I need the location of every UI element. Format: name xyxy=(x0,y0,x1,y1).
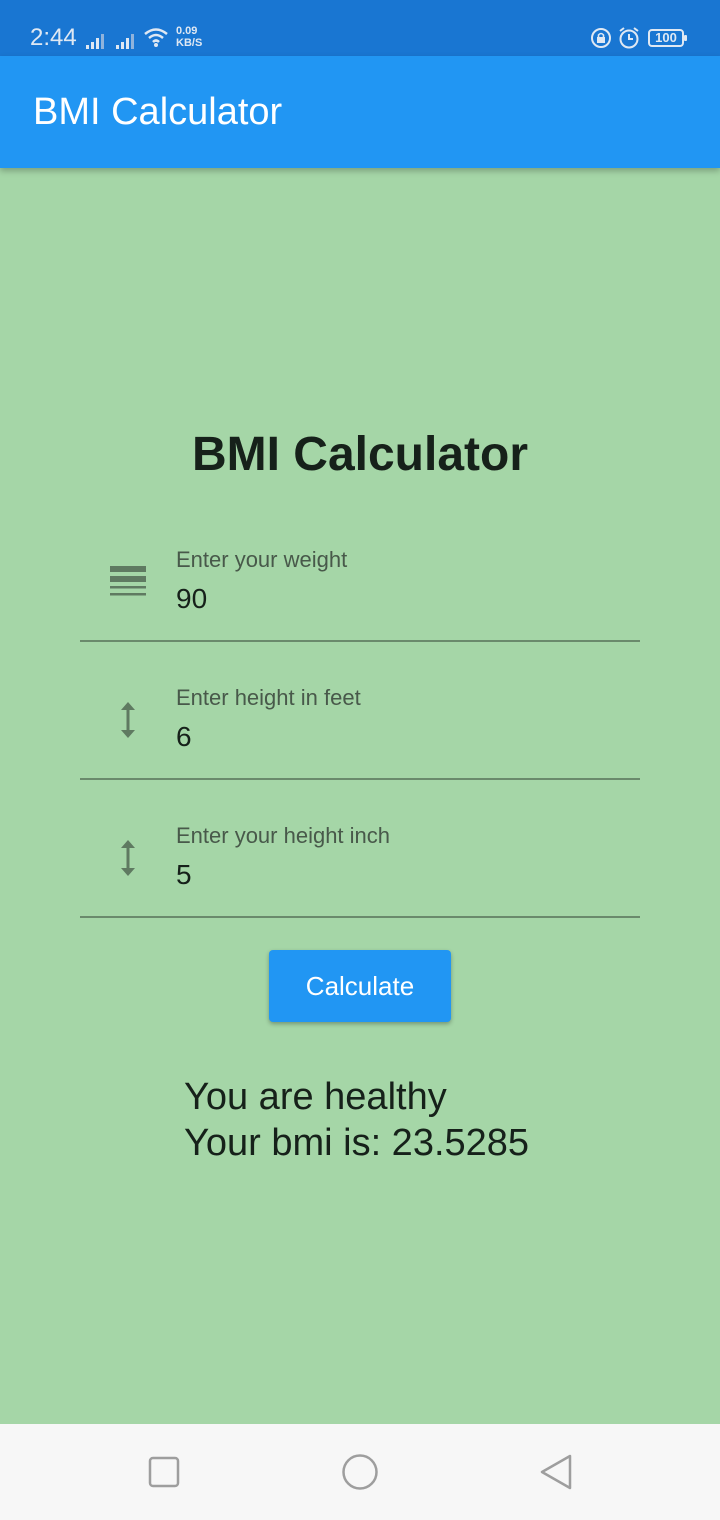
weight-label: Enter your weight xyxy=(176,547,348,572)
height-feet-label: Enter height in feet xyxy=(176,685,361,710)
back-icon[interactable] xyxy=(536,1452,576,1492)
net-speed-value: 0.09 xyxy=(176,25,198,37)
page-title: BMI Calculator xyxy=(191,428,529,481)
vertical-arrows-icon xyxy=(121,702,135,738)
recent-apps-icon[interactable] xyxy=(144,1452,184,1492)
result-status: You are healthy xyxy=(184,1076,447,1118)
alarm-icon xyxy=(619,27,639,49)
vertical-arrows-icon xyxy=(121,840,135,876)
net-speed: 0.09 KB/S xyxy=(176,25,202,49)
rotation-lock-icon xyxy=(591,28,611,48)
result-text: You are healthy Your bmi is: 23.5285 xyxy=(184,1074,529,1166)
weight-input[interactable] xyxy=(176,582,616,616)
net-speed-unit: KB/S xyxy=(176,37,203,49)
navigation-bar xyxy=(0,1424,720,1520)
app-bar-title: BMI Calculator xyxy=(33,91,283,133)
calculate-button[interactable]: Calculate xyxy=(269,950,451,1022)
battery-icon: 100 xyxy=(648,29,687,47)
height-inch-field[interactable]: Enter your height inch xyxy=(80,818,640,918)
status-bar: 2:44 0.09 KB/S 100 xyxy=(0,0,720,56)
signal-icon xyxy=(116,34,134,49)
height-feet-input[interactable] xyxy=(176,720,616,754)
height-feet-field[interactable]: Enter height in feet xyxy=(80,680,640,780)
height-inch-label: Enter your height inch xyxy=(176,823,391,848)
result-bmi: Your bmi is: 23.5285 xyxy=(184,1122,530,1164)
home-icon[interactable] xyxy=(340,1452,380,1492)
weight-lines-icon xyxy=(110,566,146,596)
status-time: 2:44 xyxy=(30,24,77,51)
app-bar: BMI Calculator xyxy=(0,56,720,168)
wifi-icon xyxy=(144,28,168,47)
weight-field[interactable]: Enter your weight xyxy=(80,542,640,642)
signal-icon xyxy=(86,34,104,49)
height-inch-input[interactable] xyxy=(176,858,616,892)
